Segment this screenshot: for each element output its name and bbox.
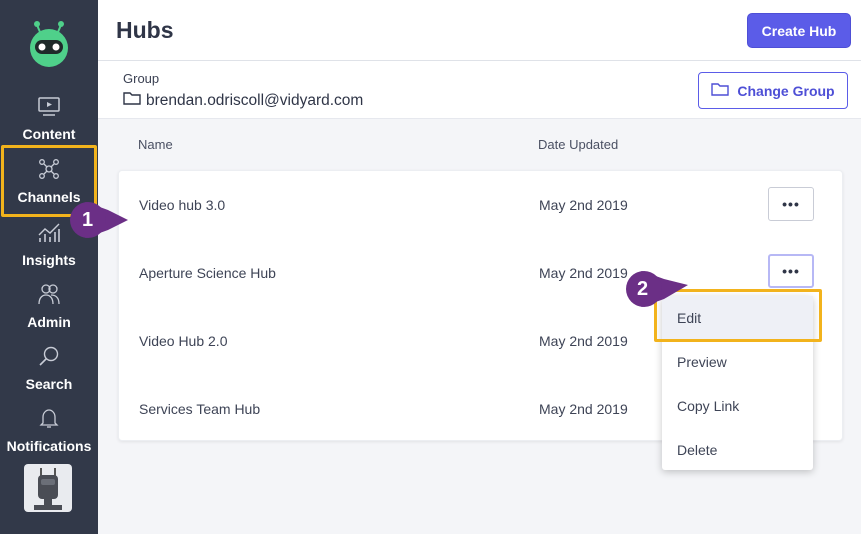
callout-number: 2 [637, 278, 649, 300]
group-value: brendan.odriscoll@vidyard.com [123, 91, 363, 110]
callout-number: 1 [82, 209, 94, 231]
sidebar-item-label: Search [25, 376, 73, 392]
search-icon [0, 345, 98, 372]
more-options-button[interactable]: ••• [768, 254, 814, 288]
folder-icon [123, 91, 141, 110]
create-hub-button[interactable]: Create Hub [747, 13, 851, 48]
hub-name[interactable]: Video hub 3.0 [139, 197, 225, 213]
sidebar-item-label: Content [22, 126, 76, 142]
sidebar-item-admin[interactable]: Admin [0, 283, 98, 345]
group-email: brendan.odriscoll@vidyard.com [146, 91, 364, 109]
sidebar: Content Channels Insights Admin Search N… [0, 0, 98, 534]
video-icon [0, 97, 98, 122]
users-icon [0, 283, 98, 310]
hub-name[interactable]: Services Team Hub [139, 401, 260, 417]
folder-icon [711, 82, 730, 99]
sidebar-item-label: Admin [27, 314, 71, 330]
avatar[interactable] [24, 464, 72, 512]
menu-item-delete[interactable]: Delete [662, 428, 813, 472]
sidebar-item-search[interactable]: Search [0, 345, 98, 407]
menu-item-copy-link[interactable]: Copy Link [662, 384, 813, 428]
menu-item-preview[interactable]: Preview [662, 340, 813, 384]
hub-name[interactable]: Video Hub 2.0 [139, 333, 227, 349]
column-header-name[interactable]: Name [138, 137, 173, 152]
group-bar: Group brendan.odriscoll@vidyard.com Chan… [98, 61, 861, 119]
table-row[interactable]: Video hub 3.0 May 2nd 2019 ••• [119, 171, 844, 239]
hub-date: May 2nd 2019 [539, 333, 628, 349]
callout-1: 1 [64, 198, 132, 244]
page-title: Hubs [116, 17, 174, 43]
hub-name[interactable]: Aperture Science Hub [139, 265, 276, 281]
sidebar-item-label: Insights [22, 252, 76, 268]
column-header-date-updated[interactable]: Date Updated [538, 137, 618, 152]
hub-date: May 2nd 2019 [539, 265, 628, 281]
change-group-button[interactable]: Change Group [698, 72, 848, 109]
hub-date: May 2nd 2019 [539, 197, 628, 213]
change-group-label: Change Group [737, 82, 835, 99]
group-label: Group [123, 71, 160, 86]
hub-date: May 2nd 2019 [539, 401, 628, 417]
sidebar-item-notifications[interactable]: Notifications [0, 407, 98, 469]
vidyard-logo[interactable] [26, 20, 72, 68]
bell-icon [0, 407, 98, 434]
sidebar-item-label: Notifications [6, 438, 92, 454]
header: Hubs Create Hub [98, 0, 861, 61]
callout-2: 2 [620, 267, 692, 313]
more-options-button[interactable]: ••• [768, 187, 814, 221]
